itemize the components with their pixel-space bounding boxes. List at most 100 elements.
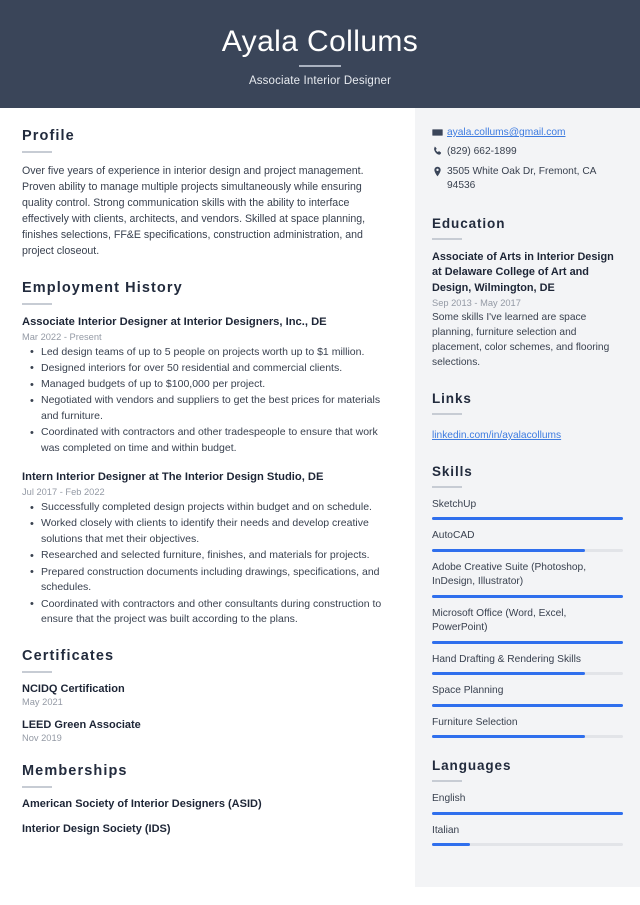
linkedin-link[interactable]: linkedin.com/in/ayalacollums <box>432 430 561 441</box>
section-employment-history: Employment History Associate Interior De… <box>22 280 393 628</box>
skill-item: Hand Drafting & Rendering Skills <box>432 653 623 676</box>
section-underline <box>22 671 52 674</box>
certificate-entry: LEED Green Associate Nov 2019 <box>22 719 393 743</box>
contact-email-row[interactable]: ayala.collums@gmail.com <box>432 126 623 140</box>
section-title-certificates: Certificates <box>22 648 115 665</box>
job-responsibilities: Successfully completed design projects w… <box>22 500 393 628</box>
education-date: Sep 2013 - May 2017 <box>432 298 521 309</box>
membership-item: American Society of Interior Designers (… <box>22 798 262 811</box>
skill-level-fill <box>432 517 623 521</box>
education-description: Some skills I've learned are space plann… <box>432 312 610 369</box>
certificate-name: NCIDQ Certification <box>22 683 125 696</box>
certificate-name: LEED Green Associate <box>22 719 141 732</box>
envelope-icon <box>432 126 447 138</box>
resume-page: Ayala Collums Associate Interior Designe… <box>0 0 640 905</box>
skill-item: AutoCAD <box>432 529 623 552</box>
skill-level-bar <box>432 594 623 598</box>
section-profile: Profile Over five years of experience in… <box>22 128 393 260</box>
section-underline <box>22 302 52 305</box>
section-title-languages: Languages <box>432 758 512 774</box>
contact-address-row: 3505 White Oak Dr, Fremont, CA 94536 <box>432 165 623 194</box>
skill-level-bar <box>432 640 623 644</box>
job-responsibilities: Led design teams of up to 5 people on pr… <box>22 344 393 457</box>
resume-header: Ayala Collums Associate Interior Designe… <box>0 0 640 108</box>
email-link[interactable]: ayala.collums@gmail.com <box>447 126 565 140</box>
phone-number: (829) 662-1899 <box>447 146 517 158</box>
phone-icon <box>432 145 447 157</box>
contact-block: ayala.collums@gmail.com (829) 662-1899 3… <box>432 126 623 194</box>
candidate-name: Ayala Collums <box>221 25 419 59</box>
skill-level-fill <box>432 703 623 707</box>
section-skills: Skills SketchUp AutoCAD Adobe Creative S… <box>432 463 623 739</box>
skill-label: Hand Drafting & Rendering Skills <box>432 653 581 665</box>
skill-label: SketchUp <box>432 498 477 510</box>
language-level-bar <box>432 843 623 847</box>
section-title-profile: Profile <box>22 128 75 144</box>
skill-item: Adobe Creative Suite (Photoshop, InDesig… <box>432 561 623 598</box>
language-label: English <box>432 793 466 805</box>
list-item: Successfully completed design projects w… <box>22 500 393 516</box>
skill-level-fill <box>432 594 623 598</box>
list-item: Coordinated with contractors and other t… <box>22 425 393 457</box>
skill-item: Furniture Selection <box>432 716 623 739</box>
section-title-skills: Skills <box>432 463 473 479</box>
skill-label: Microsoft Office (Word, Excel, PowerPoin… <box>432 607 567 634</box>
section-title-memberships: Memberships <box>22 763 128 780</box>
profile-text: Over five years of experience in interio… <box>22 165 366 258</box>
list-item: Managed budgets of up to $100,000 per pr… <box>22 377 393 393</box>
job-date: Jul 2017 - Feb 2022 <box>22 487 105 498</box>
section-underline <box>432 237 462 240</box>
section-memberships: Memberships American Society of Interior… <box>22 763 393 835</box>
section-languages: Languages English Italian <box>432 758 623 847</box>
skill-label: Furniture Selection <box>432 716 518 728</box>
certificate-date: May 2021 <box>22 697 63 708</box>
skill-label: Space Planning <box>432 685 504 697</box>
skill-label: Adobe Creative Suite (Photoshop, InDesig… <box>432 561 587 588</box>
candidate-job-title: Associate Interior Designer <box>248 74 392 87</box>
address-text: 3505 White Oak Dr, Fremont, CA 94536 <box>447 165 596 192</box>
list-item: Negotiated with vendors and suppliers to… <box>22 393 393 425</box>
sidebar-column: ayala.collums@gmail.com (829) 662-1899 3… <box>415 108 640 887</box>
resume-body: Profile Over five years of experience in… <box>0 108 640 905</box>
list-item: Prepared construction documents includin… <box>22 564 393 597</box>
skill-level-fill <box>432 640 623 644</box>
section-title-links: Links <box>432 391 472 407</box>
list-item: Led design teams of up to 5 people on pr… <box>22 344 393 360</box>
language-item: English <box>432 792 623 815</box>
skill-level-fill <box>432 672 585 676</box>
skill-level-bar <box>432 672 623 676</box>
employment-entry: Associate Interior Designer at Interior … <box>22 315 393 457</box>
job-title: Intern Interior Designer at The Interior… <box>22 470 324 483</box>
main-column: Profile Over five years of experience in… <box>0 108 415 905</box>
skill-label: AutoCAD <box>432 530 475 542</box>
header-divider <box>299 65 341 67</box>
education-title: Associate of Arts in Interior Design at … <box>432 250 614 294</box>
language-level-fill <box>432 811 623 815</box>
section-certificates: Certificates NCIDQ Certification May 202… <box>22 648 393 743</box>
map-pin-icon <box>432 165 447 177</box>
language-level-bar <box>432 811 623 815</box>
skill-level-bar <box>432 735 623 739</box>
certificate-date: Nov 2019 <box>22 733 62 744</box>
certificate-entry: NCIDQ Certification May 2021 <box>22 683 393 707</box>
job-title: Associate Interior Designer at Interior … <box>22 315 327 328</box>
skill-item: SketchUp <box>432 498 623 521</box>
section-underline <box>432 413 462 416</box>
section-underline <box>22 151 52 153</box>
skill-level-bar <box>432 517 623 521</box>
education-entry: Associate of Arts in Interior Design at … <box>432 250 623 371</box>
language-level-fill <box>432 843 471 847</box>
membership-item: Interior Design Society (IDS) <box>22 823 171 836</box>
job-date: Mar 2022 - Present <box>22 331 102 342</box>
section-title-employment: Employment History <box>22 279 183 296</box>
section-links: Links linkedin.com/in/ayalacollums <box>432 391 623 443</box>
section-title-education: Education <box>432 215 506 231</box>
section-underline <box>432 780 462 783</box>
skill-level-bar <box>432 703 623 707</box>
section-underline <box>22 786 52 789</box>
section-underline <box>432 485 462 488</box>
list-item: Worked closely with clients to identify … <box>22 516 393 548</box>
list-item: Researched and selected furniture, finis… <box>22 548 393 564</box>
section-education: Education Associate of Arts in Interior … <box>432 216 623 371</box>
list-item: Coordinated with contractors and other c… <box>22 596 393 629</box>
